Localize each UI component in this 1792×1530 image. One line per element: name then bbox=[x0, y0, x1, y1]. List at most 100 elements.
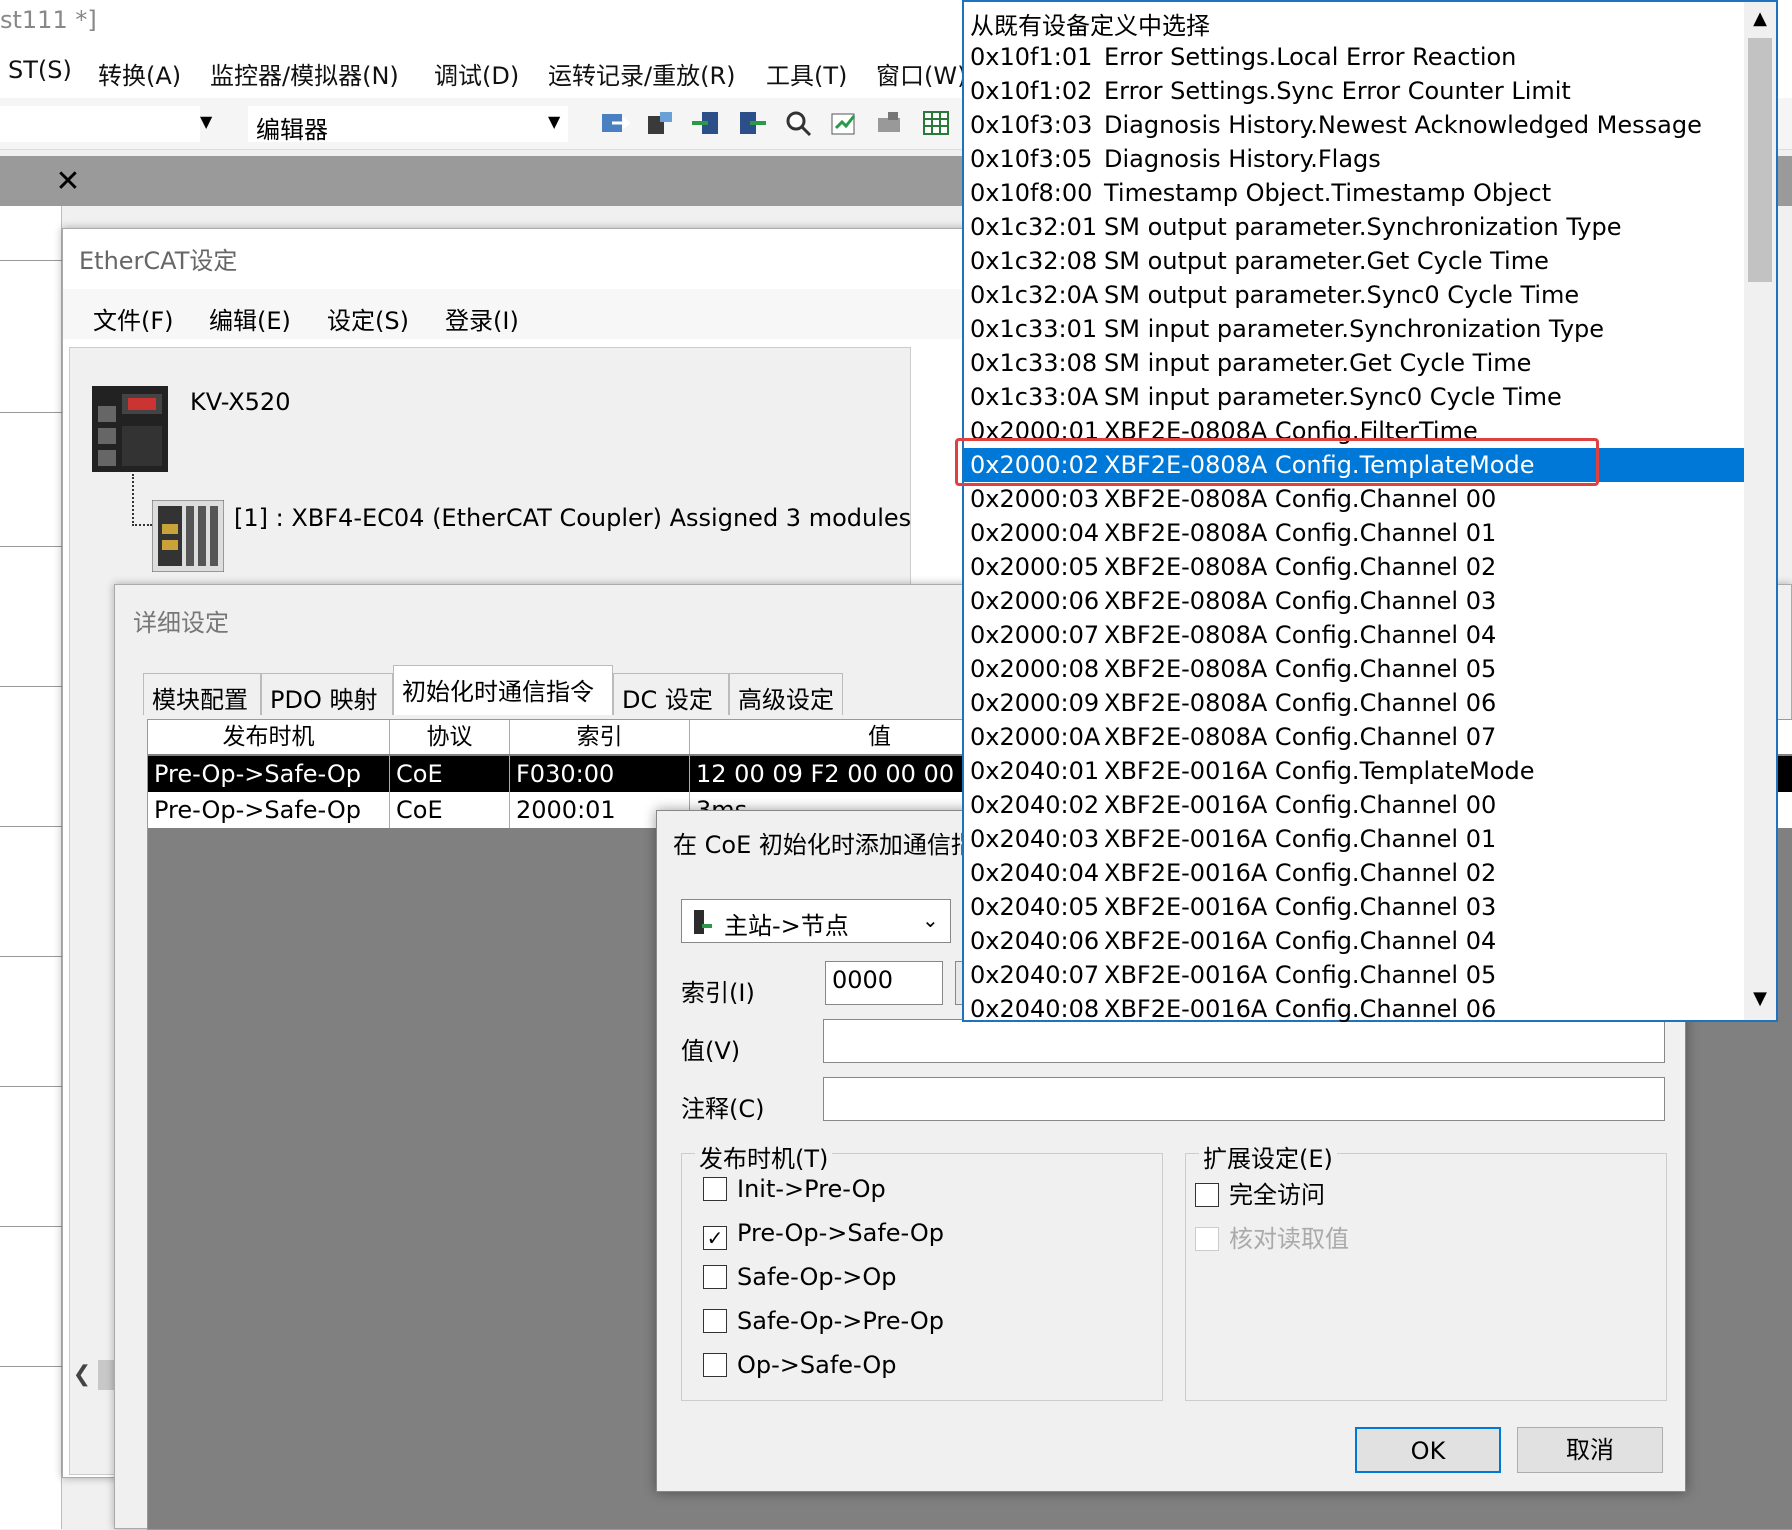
checkbox-op-safeop[interactable]: Op->Safe-Op bbox=[703, 1351, 897, 1379]
list-item[interactable]: 0x2000:04 XBF2E-0808A Config.Channel 01 bbox=[964, 516, 1744, 550]
ethercat-menubar: 文件(F) 编辑(E) 设定(S) 登录(I) bbox=[63, 289, 1063, 339]
grid-icon[interactable] bbox=[920, 108, 952, 138]
chart-check-icon[interactable] bbox=[828, 108, 860, 138]
checkbox-preop-safeop[interactable]: ✓ Pre-Op->Safe-Op bbox=[703, 1219, 944, 1250]
tab-pdo-mapping[interactable]: PDO 映射 bbox=[261, 673, 393, 715]
list-item[interactable]: 0x2000:03 XBF2E-0808A Config.Channel 00 bbox=[964, 482, 1744, 516]
device-settings-icon[interactable] bbox=[644, 108, 676, 138]
combo-arrow-icon[interactable]: ▼ bbox=[548, 112, 560, 131]
object-index: 0x10f3:03 bbox=[970, 111, 1093, 139]
coupler-label[interactable]: [1] : XBF4-EC04 (EtherCAT Coupler) Assig… bbox=[234, 504, 911, 532]
divider bbox=[0, 956, 62, 957]
chevron-up-icon[interactable]: ▲ bbox=[1744, 8, 1776, 29]
tab-dc-settings[interactable]: DC 设定 bbox=[613, 673, 729, 715]
export-icon[interactable] bbox=[598, 108, 630, 138]
list-item[interactable]: 0x2000:0A XBF2E-0808A Config.Channel 07 bbox=[964, 720, 1744, 754]
list-item[interactable]: 0x10f3:05 Diagnosis History.Flags bbox=[964, 142, 1744, 176]
list-item[interactable]: 0x1c32:0A SM output parameter.Sync0 Cycle… bbox=[964, 278, 1744, 312]
checkbox-box[interactable] bbox=[1195, 1183, 1219, 1207]
tab-init-commands[interactable]: 初始化时通信指令 bbox=[393, 665, 613, 715]
list-item[interactable]: 0x2040:08 XBF2E-0016A Config.Channel 06 bbox=[964, 992, 1744, 1026]
ok-button[interactable]: OK bbox=[1355, 1427, 1501, 1473]
menu-settings[interactable]: 设定(S) bbox=[327, 301, 409, 336]
col-index[interactable]: 索引 bbox=[510, 720, 690, 754]
list-item[interactable]: 0x2000:05 XBF2E-0808A Config.Channel 02 bbox=[964, 550, 1744, 584]
menu-st[interactable]: ST(S) bbox=[8, 56, 72, 84]
list-item[interactable]: 0x2040:01 XBF2E-0016A Config.TemplateMode bbox=[964, 754, 1744, 788]
tool-icon[interactable] bbox=[874, 108, 906, 138]
checkbox-box[interactable] bbox=[703, 1265, 727, 1289]
chevron-down-icon[interactable]: ▼ bbox=[1744, 988, 1776, 1009]
object-name: SM output parameter.Get Cycle Time bbox=[1104, 247, 1549, 275]
combo-arrow-icon[interactable]: ▼ bbox=[200, 112, 212, 131]
scroll-left-icon[interactable]: ❮ bbox=[66, 1358, 98, 1392]
menu-convert[interactable]: 转换(A) bbox=[98, 56, 181, 91]
checkbox-box[interactable] bbox=[703, 1353, 727, 1377]
list-item[interactable]: 0x1c32:08 SM output parameter.Get Cycle T… bbox=[964, 244, 1744, 278]
list-item[interactable]: 0x2040:05 XBF2E-0016A Config.Channel 03 bbox=[964, 890, 1744, 924]
scrollbar-thumb[interactable] bbox=[1748, 38, 1772, 282]
list-item[interactable]: 0x2040:03 XBF2E-0016A Config.Channel 01 bbox=[964, 822, 1744, 856]
list-item[interactable]: 0x10f1:02 Error Settings.Sync Error Count… bbox=[964, 74, 1744, 108]
checkbox-box[interactable] bbox=[703, 1177, 727, 1201]
tab-advanced[interactable]: 高级设定 bbox=[729, 673, 843, 715]
cancel-button[interactable]: 取消 bbox=[1517, 1427, 1663, 1473]
menu-replay[interactable]: 运转记录/重放(R) bbox=[548, 56, 736, 91]
list-item[interactable]: 0x10f3:03 Diagnosis History.Newest Acknow… bbox=[964, 108, 1744, 142]
list-item[interactable]: 0x2040:06 XBF2E-0016A Config.Channel 04 bbox=[964, 924, 1744, 958]
list-item[interactable]: 0x2000:08 XBF2E-0808A Config.Channel 05 bbox=[964, 652, 1744, 686]
object-name: SM output parameter.Synchronization Type bbox=[1104, 213, 1622, 241]
list-item[interactable]: 0x2000:07 XBF2E-0808A Config.Channel 04 bbox=[964, 618, 1744, 652]
list-item[interactable]: 0x1c33:0A SM input parameter.Sync0 Cycle … bbox=[964, 380, 1744, 414]
editor-combo[interactable]: 编辑器 bbox=[248, 106, 568, 144]
search-icon[interactable] bbox=[782, 108, 814, 138]
scrollbar-thumb[interactable] bbox=[98, 1360, 114, 1390]
list-item[interactable]: 0x1c32:01 SM output parameter.Synchroniza… bbox=[964, 210, 1744, 244]
list-item[interactable]: 0x10f8:00 Timestamp Object.Timestamp Obje… bbox=[964, 176, 1744, 210]
coupler-icon[interactable] bbox=[152, 500, 224, 572]
list-item[interactable]: 0x1c33:08 SM input parameter.Get Cycle Ti… bbox=[964, 346, 1744, 380]
object-name: XBF2E-0016A Config.Channel 04 bbox=[1104, 927, 1497, 955]
list-item[interactable]: 0x2040:02 XBF2E-0016A Config.Channel 00 bbox=[964, 788, 1744, 822]
value-label: 值(V) bbox=[681, 1037, 741, 1065]
menu-debug[interactable]: 调试(D) bbox=[434, 56, 519, 91]
object-index: 0x2000:0A bbox=[970, 723, 1101, 751]
cell-timing: Pre-Op->Safe-Op bbox=[148, 756, 390, 792]
index-label: 索引(I) bbox=[681, 979, 755, 1007]
list-item[interactable]: 0x1c33:01 SM input parameter.Synchronizat… bbox=[964, 312, 1744, 346]
tab-module-config[interactable]: 模块配置 bbox=[143, 673, 261, 715]
vertical-scrollbar[interactable]: ▲ ▼ bbox=[1744, 2, 1776, 1020]
col-protocol[interactable]: 协议 bbox=[390, 720, 510, 754]
transfer-in-icon[interactable] bbox=[690, 108, 722, 138]
col-timing[interactable]: 发布时机 bbox=[148, 720, 390, 754]
index-input[interactable]: 0000 bbox=[825, 961, 943, 1005]
plc-icon[interactable] bbox=[92, 386, 168, 472]
toolbar-combo-left[interactable] bbox=[0, 106, 200, 142]
list-item[interactable]: 0x2040:04 XBF2E-0016A Config.Channel 02 bbox=[964, 856, 1744, 890]
menu-window[interactable]: 窗口(W) bbox=[876, 56, 966, 91]
menu-file[interactable]: 文件(F) bbox=[93, 301, 174, 336]
checkbox-box[interactable] bbox=[703, 1309, 727, 1333]
object-definition-list: 从既有设备定义中选择 0x10f1:01 Error Settings.Local… bbox=[962, 0, 1778, 1023]
plc-label[interactable]: KV-X520 bbox=[190, 388, 290, 416]
close-icon[interactable]: ✕ bbox=[50, 164, 86, 200]
list-item[interactable]: 0x2000:09 XBF2E-0808A Config.Channel 06 bbox=[964, 686, 1744, 720]
list-item[interactable]: 0x10f1:01 Error Settings.Local Error Reac… bbox=[964, 40, 1744, 74]
checkbox-safeop-preop[interactable]: Safe-Op->Pre-Op bbox=[703, 1307, 944, 1335]
checkbox-init-preop[interactable]: Init->Pre-Op bbox=[703, 1175, 886, 1203]
menu-edit[interactable]: 编辑(E) bbox=[209, 301, 291, 336]
comment-input[interactable] bbox=[823, 1077, 1665, 1121]
checkbox-safeop-op[interactable]: Safe-Op->Op bbox=[703, 1263, 897, 1291]
checkbox-complete-access[interactable]: 完全访问 bbox=[1195, 1175, 1325, 1210]
menu-monitor[interactable]: 监控器/模拟器(N) bbox=[210, 56, 399, 91]
menu-tools[interactable]: 工具(T) bbox=[766, 56, 847, 91]
direction-select[interactable]: 主站->节点 ⌄ bbox=[681, 899, 951, 943]
list-item[interactable]: 0x2000:06 XBF2E-0808A Config.Channel 03 bbox=[964, 584, 1744, 618]
object-name: XBF2E-0016A Config.Channel 01 bbox=[1104, 825, 1497, 853]
extended-group-title: 扩展设定(E) bbox=[1199, 1139, 1337, 1174]
list-item[interactable]: 0x2040:07 XBF2E-0016A Config.Channel 05 bbox=[964, 958, 1744, 992]
transfer-out-icon[interactable] bbox=[736, 108, 768, 138]
checkmark-icon[interactable]: ✓ bbox=[703, 1226, 727, 1250]
object-index: 0x2040:07 bbox=[970, 961, 1100, 989]
menu-login[interactable]: 登录(I) bbox=[445, 301, 519, 336]
